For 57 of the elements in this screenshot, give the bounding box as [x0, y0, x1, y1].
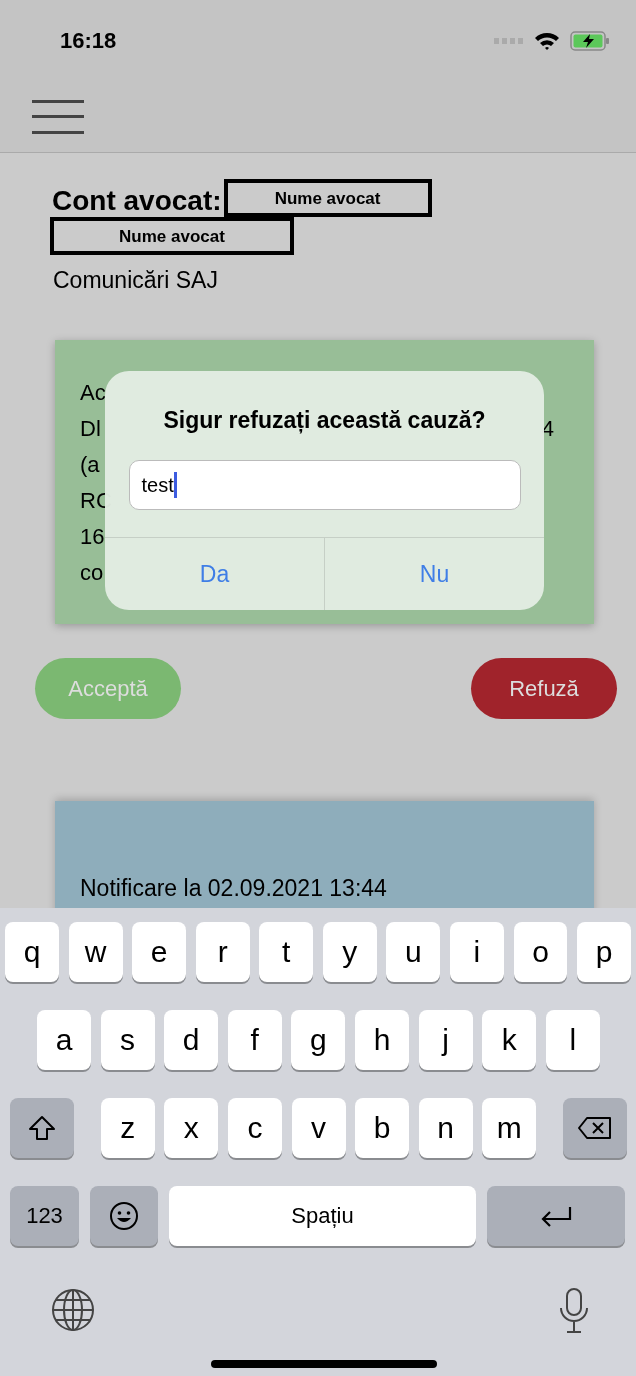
reason-input-field[interactable]: test [128, 460, 521, 510]
letter-key[interactable]: b [355, 1098, 410, 1158]
letter-key[interactable]: i [449, 922, 504, 982]
space-key[interactable]: Spațiu [169, 1186, 476, 1246]
account-label: Cont avocat: [52, 185, 222, 217]
notification-text: Notificare la 02.09.2021 13:44 [80, 875, 387, 901]
letter-key[interactable]: c [227, 1098, 282, 1158]
letter-key[interactable]: h [354, 1010, 409, 1070]
lawyer-name-box: Nume avocat [223, 179, 432, 217]
return-arrow-icon [539, 1205, 573, 1227]
letter-key[interactable]: x [164, 1098, 219, 1158]
shift-arrow-icon [28, 1115, 56, 1141]
letter-key[interactable]: r [195, 922, 250, 982]
case-text: 16 [80, 524, 105, 551]
action-button[interactable]: Refuză [471, 658, 617, 719]
letter-key[interactable]: k [482, 1010, 537, 1070]
letter-key[interactable]: j [418, 1010, 473, 1070]
globe-icon[interactable] [51, 1288, 95, 1332]
menu-icon[interactable] [32, 99, 86, 135]
section-title: Comunicări SAJ [52, 266, 219, 294]
letter-key[interactable]: o [513, 922, 568, 982]
letter-key[interactable]: f [227, 1010, 282, 1070]
backspace-key[interactable] [563, 1098, 627, 1158]
case-text: Ac [80, 380, 106, 407]
letter-key[interactable]: u [386, 922, 441, 982]
signal-icon [494, 38, 524, 44]
dialog-title: Sigur refuzați această cauză? [163, 407, 486, 434]
letter-key[interactable]: l [545, 1010, 600, 1070]
letter-key[interactable]: e [132, 922, 187, 982]
letter-key[interactable]: z [100, 1098, 155, 1158]
letter-key[interactable]: q [5, 922, 59, 982]
smiley-icon [109, 1201, 139, 1231]
letter-key[interactable]: g [291, 1010, 346, 1070]
case-text: Dl [80, 416, 101, 443]
wifi-icon [534, 31, 560, 51]
case-text: (a [80, 452, 100, 479]
numbers-key[interactable]: 123 [10, 1186, 79, 1246]
letter-key[interactable]: d [164, 1010, 219, 1070]
letter-key[interactable]: v [291, 1098, 346, 1158]
letter-key[interactable]: p [577, 922, 632, 982]
shift-key[interactable] [10, 1098, 74, 1158]
case-text: 4 [541, 416, 554, 443]
letter-key[interactable]: t [259, 922, 314, 982]
microphone-icon[interactable] [559, 1288, 589, 1334]
case-text: RC [80, 488, 112, 515]
letter-key[interactable]: w [68, 922, 123, 982]
emoji-key[interactable] [90, 1186, 158, 1246]
case-text: co [80, 560, 104, 587]
letter-key[interactable]: n [418, 1098, 473, 1158]
letter-key[interactable]: y [322, 922, 377, 982]
lawyer-name-box: Nume avocat [50, 217, 294, 255]
battery-icon [570, 31, 610, 51]
status-time: 16:18 [60, 28, 117, 54]
letter-key[interactable]: a [37, 1010, 91, 1070]
backspace-icon [577, 1116, 613, 1140]
letter-key[interactable]: m [482, 1098, 537, 1158]
letter-key[interactable]: s [100, 1010, 155, 1070]
